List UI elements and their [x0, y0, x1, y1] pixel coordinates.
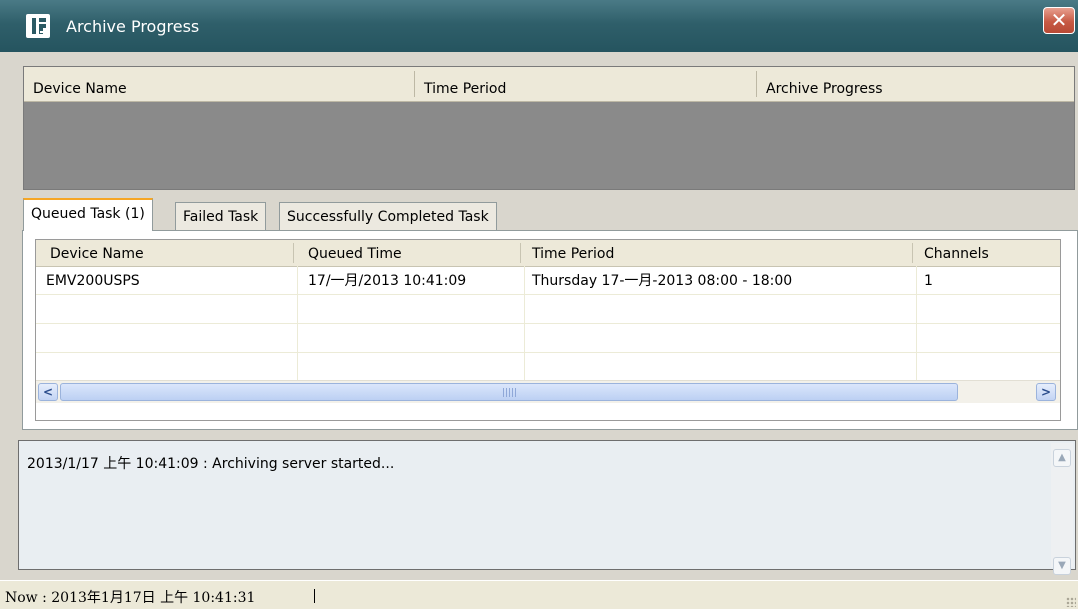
column-divider[interactable] — [912, 243, 913, 263]
horizontal-scrollbar[interactable]: < > — [36, 380, 1060, 403]
log-output[interactable]: 2013/1/17 上午 10:41:09 : Archiving server… — [18, 440, 1076, 575]
tab-queued-task[interactable]: Queued Task (1) — [23, 198, 153, 231]
column-header-archive-progress[interactable]: Archive Progress — [766, 67, 883, 101]
queued-task-panel: Device Name Queued Time Time Period Chan… — [22, 230, 1078, 430]
column-divider[interactable] — [520, 243, 521, 263]
column-divider[interactable] — [293, 243, 294, 263]
column-header-device-name[interactable]: Device Name — [33, 67, 127, 101]
resize-grip-icon[interactable] — [1066, 597, 1076, 607]
archive-progress-table-header: Device Name Time Period Archive Progress — [24, 67, 1074, 102]
vertical-scrollbar[interactable]: ▲ ▼ — [1051, 443, 1073, 575]
close-button[interactable]: ✕ — [1043, 7, 1075, 34]
cell-time-period: Thursday 17-一月-2013 08:00 - 18:00 — [532, 273, 793, 289]
scroll-down-icon[interactable]: ▼ — [1053, 557, 1071, 575]
cell-channels: 1 — [924, 273, 933, 289]
column-header-channels[interactable]: Channels — [924, 240, 989, 266]
column-divider[interactable] — [414, 71, 415, 97]
cell-queued-time: 17/一月/2013 10:41:09 — [308, 273, 467, 289]
scroll-right-icon[interactable]: > — [1036, 383, 1056, 401]
scroll-left-icon[interactable]: < — [38, 383, 58, 401]
grid-line — [1060, 266, 1061, 380]
grid-line — [524, 266, 525, 380]
column-header-queued-time[interactable]: Queued Time — [308, 240, 402, 266]
empty-row — [36, 353, 1060, 381]
window-title: Archive Progress — [66, 17, 200, 36]
cell-device-name: EMV200USPS — [46, 273, 140, 289]
status-divider — [314, 589, 315, 603]
tab-failed-task[interactable]: Failed Task — [175, 202, 267, 230]
archive-progress-table: Device Name Time Period Archive Progress — [23, 66, 1075, 190]
task-tabs: Queued Task (1) Failed Task Successfully… — [18, 198, 1078, 430]
archive-progress-window: Archive Progress ✕ Device Name Time Peri… — [0, 0, 1078, 609]
grid-line — [297, 266, 298, 380]
column-header-time-period[interactable]: Time Period — [424, 67, 506, 101]
status-clock: Now : 2013年1月17日 上午 10:41:31 — [5, 590, 256, 606]
column-divider[interactable] — [756, 71, 757, 97]
column-header-time-period[interactable]: Time Period — [532, 240, 614, 266]
log-line: 2013/1/17 上午 10:41:09 : Archiving server… — [27, 456, 395, 472]
scroll-up-icon[interactable]: ▲ — [1053, 449, 1071, 467]
title-bar[interactable]: Archive Progress ✕ — [0, 0, 1078, 52]
status-bar: Now : 2013年1月17日 上午 10:41:31 — [0, 580, 1078, 609]
queued-task-grid: Device Name Queued Time Time Period Chan… — [35, 239, 1061, 421]
empty-row — [36, 324, 1060, 353]
empty-row — [36, 295, 1060, 324]
app-logo-icon — [26, 14, 50, 38]
table-row[interactable]: EMV200USPS 17/一月/2013 10:41:09 Thursday … — [36, 266, 1060, 295]
column-header-device-name[interactable]: Device Name — [50, 240, 144, 266]
queued-task-grid-header: Device Name Queued Time Time Period Chan… — [36, 240, 1060, 267]
grid-line — [916, 266, 917, 380]
scrollbar-thumb[interactable] — [60, 383, 958, 401]
tab-successfully-completed-task[interactable]: Successfully Completed Task — [279, 202, 497, 230]
